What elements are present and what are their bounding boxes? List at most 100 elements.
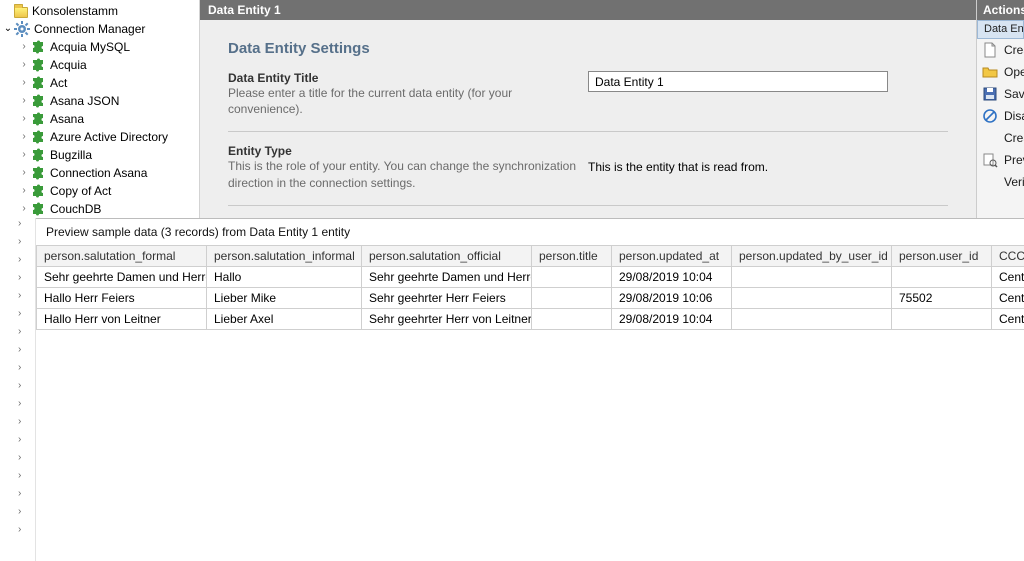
preview-icon — [982, 152, 998, 168]
chevron-right-icon[interactable]: › — [0, 344, 35, 362]
table-cell: Lieber Mike — [207, 288, 362, 309]
tree-item[interactable]: › Asana — [0, 110, 199, 128]
column-header[interactable]: person.updated_at — [612, 246, 732, 267]
chevron-right-icon[interactable]: › — [0, 398, 35, 416]
tree-item-label: Asana — [49, 112, 84, 126]
chevron-right-icon[interactable]: › — [18, 42, 30, 52]
table-cell: Sehr geehrte Damen und Herren — [37, 267, 207, 288]
tree-item[interactable]: ›Acquia MySQL — [0, 38, 199, 56]
table-cell — [892, 309, 992, 330]
action-open[interactable]: Open — [977, 61, 1024, 83]
column-header[interactable]: person.updated_by_user_id — [732, 246, 892, 267]
chevron-right-icon[interactable]: › — [0, 254, 35, 272]
chevron-right-icon[interactable]: › — [18, 150, 30, 160]
table-row[interactable]: Hallo Herr von LeitnerLieber AxelSehr ge… — [37, 309, 1024, 330]
table-cell — [532, 309, 612, 330]
tree-root-label: Konsolenstamm — [31, 4, 118, 18]
action-create[interactable]: Create — [977, 39, 1024, 61]
chevron-right-icon[interactable]: › — [0, 326, 35, 344]
puzzle-icon — [30, 165, 46, 181]
puzzle-icon — [30, 111, 46, 127]
setting-title-desc: Please enter a title for the current dat… — [228, 85, 578, 117]
chevron-right-icon[interactable]: › — [0, 506, 35, 524]
chevron-right-icon[interactable]: › — [0, 290, 35, 308]
setting-title-label: Data Entity Title — [228, 71, 578, 85]
action-label: Preview — [1004, 153, 1024, 167]
table-cell — [892, 267, 992, 288]
action-label: Open — [1004, 65, 1024, 79]
action-create[interactable]: Create — [977, 127, 1024, 149]
column-header[interactable]: person.salutation_informal — [207, 246, 362, 267]
table-cell: Sehr geehrte Damen und Herren — [362, 267, 532, 288]
actions-subheader[interactable]: Data Entity 1 — [977, 20, 1024, 39]
chevron-right-icon[interactable]: › — [0, 488, 35, 506]
chevron-right-icon[interactable]: › — [0, 308, 35, 326]
actions-panel: Actions Data Entity 1 Create Open Save Disa… — [976, 0, 1024, 218]
tree-item[interactable]: › Azure Active Directory — [0, 128, 199, 146]
chevron-down-icon[interactable]: ⌄ — [2, 24, 14, 34]
chevron-right-icon[interactable]: › — [18, 96, 30, 106]
column-header[interactable]: CCConnection — [992, 246, 1024, 267]
chevron-right-icon[interactable]: › — [18, 168, 30, 178]
chevron-right-icon[interactable]: › — [0, 434, 35, 452]
tree-item[interactable]: › Asana JSON — [0, 92, 199, 110]
actions-header: Actions — [977, 0, 1024, 20]
tree-item[interactable]: › Act — [0, 74, 199, 92]
chevron-right-icon[interactable]: › — [0, 524, 35, 542]
entity-title-input[interactable] — [588, 71, 888, 92]
chevron-right-icon[interactable]: › — [0, 236, 35, 254]
table-cell: Central — [992, 309, 1024, 330]
setting-type-row: Entity Type This is the role of your ent… — [228, 144, 948, 190]
chevron-right-icon[interactable]: › — [0, 452, 35, 470]
action-preview[interactable]: Preview — [977, 149, 1024, 171]
column-header[interactable]: person.salutation_official — [362, 246, 532, 267]
chevron-right-icon[interactable]: › — [18, 78, 30, 88]
tree-item[interactable]: ›CouchDB — [0, 200, 199, 218]
tree-item[interactable]: ›Bugzilla — [0, 146, 199, 164]
table-cell: 29/08/2019 10:06 — [612, 288, 732, 309]
action-label: Disable — [1004, 109, 1024, 123]
column-header[interactable]: person.user_id — [892, 246, 992, 267]
save-icon — [982, 86, 998, 102]
action-save[interactable]: Save — [977, 83, 1024, 105]
puzzle-icon — [30, 75, 46, 91]
chevron-right-icon[interactable]: › — [0, 470, 35, 488]
file-icon — [982, 42, 998, 58]
chevron-right-icon[interactable]: › — [0, 380, 35, 398]
action-disable[interactable]: Disable — [977, 105, 1024, 127]
preview-table: person.salutation_formalperson.salutatio… — [36, 245, 1024, 330]
action-verify[interactable]: Verify — [977, 171, 1024, 193]
tree-item-label: Azure Active Directory — [49, 130, 168, 144]
settings-panel: Data Entity Settings Data Entity Title P… — [200, 20, 976, 218]
chevron-right-icon[interactable]: › — [0, 272, 35, 290]
table-cell: Sehr geehrter Herr Feiers — [362, 288, 532, 309]
column-header[interactable]: person.salutation_formal — [37, 246, 207, 267]
table-row[interactable]: Hallo Herr FeiersLieber MikeSehr geehrte… — [37, 288, 1024, 309]
tree-item[interactable]: › Copy of Act — [0, 182, 199, 200]
table-row[interactable]: Sehr geehrte Damen und HerrenHalloSehr g… — [37, 267, 1024, 288]
action-label: Verify — [1004, 175, 1024, 189]
chevron-right-icon[interactable]: › — [18, 186, 30, 196]
chevron-right-icon[interactable]: › — [0, 416, 35, 434]
tree-item-label: Copy of Act — [49, 184, 111, 198]
chevron-right-icon[interactable]: › — [18, 114, 30, 124]
preview-panel: Preview sample data (3 records) from Dat… — [36, 218, 1024, 561]
tree-gutter: › › › › › › › › › › › › › › › › › › — [0, 218, 36, 561]
entity-type-value: This is the entity that is read from. — [588, 160, 768, 174]
puzzle-icon — [30, 147, 46, 163]
tree-item[interactable]: ›Acquia — [0, 56, 199, 74]
chevron-right-icon[interactable]: › — [18, 204, 30, 214]
tree-connection-manager[interactable]: ⌄ Connection Manager — [0, 20, 199, 38]
chevron-right-icon[interactable]: › — [18, 60, 30, 70]
chevron-right-icon[interactable]: › — [18, 132, 30, 142]
column-header[interactable]: person.title — [532, 246, 612, 267]
tree-item-label: Act — [49, 76, 67, 90]
puzzle-icon — [30, 129, 46, 145]
section-title: Data Entity Settings — [228, 40, 948, 57]
chevron-right-icon[interactable]: › — [0, 218, 35, 236]
folder-icon — [14, 7, 28, 18]
tree-root[interactable]: Konsolenstamm — [0, 2, 199, 20]
tree-item-label: Asana JSON — [49, 94, 119, 108]
chevron-right-icon[interactable]: › — [0, 362, 35, 380]
tree-item[interactable]: ›Connection Asana — [0, 164, 199, 182]
